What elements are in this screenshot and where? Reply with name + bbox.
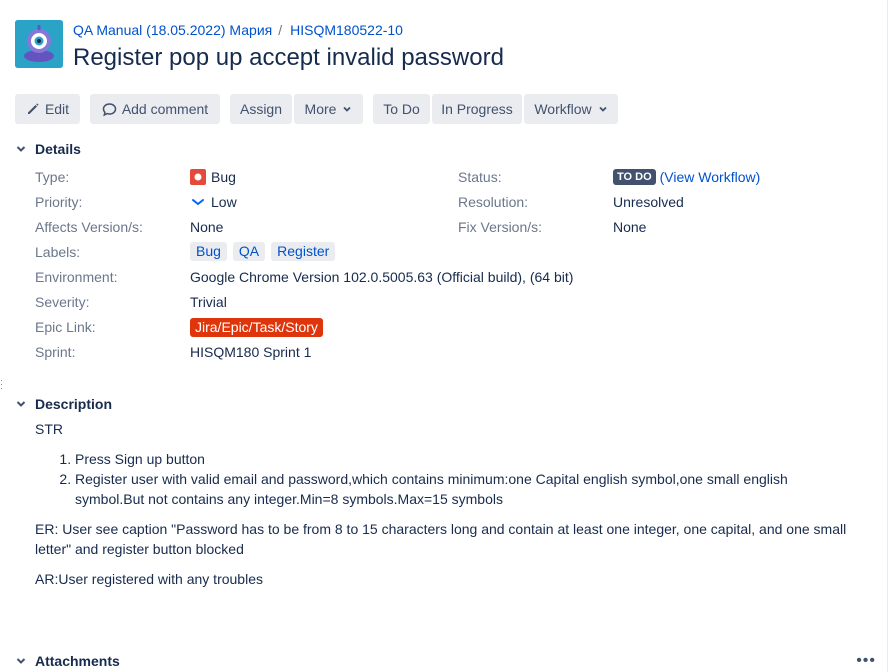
epic-link-label: Epic Link: xyxy=(35,319,96,335)
chevron-down-icon xyxy=(15,143,29,155)
details-section-toggle[interactable]: Details xyxy=(15,141,81,157)
assign-button[interactable]: Assign xyxy=(230,94,292,124)
type-value[interactable]: Bug xyxy=(190,169,236,185)
epic-lozenge[interactable]: Jira/Epic/Task/Story xyxy=(190,318,323,337)
resize-handle-icon[interactable]: · · · xyxy=(0,376,3,393)
bug-icon xyxy=(190,169,206,185)
status-value: TO DO (View Workflow) xyxy=(613,169,760,185)
epic-link-value: Jira/Epic/Task/Story xyxy=(190,318,323,337)
affects-version-label: Affects Version/s: xyxy=(35,219,143,235)
chevron-down-icon xyxy=(342,104,352,114)
project-avatar-icon xyxy=(15,20,63,68)
breadcrumb-issue-key-link[interactable]: HISQM180522-10 xyxy=(290,22,403,38)
edit-button[interactable]: Edit xyxy=(15,94,80,124)
description-body[interactable]: STR Press Sign up button Register user w… xyxy=(35,419,855,589)
status-lozenge: TO DO xyxy=(613,169,656,185)
in-progress-button[interactable]: In Progress xyxy=(432,94,522,124)
issue-summary[interactable]: Register pop up accept invalid password xyxy=(73,44,504,72)
project-avatar[interactable] xyxy=(15,20,63,68)
resolution-label: Resolution: xyxy=(458,194,529,210)
breadcrumb-separator: / xyxy=(278,22,283,38)
edit-button-label: Edit xyxy=(44,101,70,117)
sprint-value[interactable]: HISQM180 Sprint 1 xyxy=(190,344,311,360)
severity-value[interactable]: Trivial xyxy=(190,294,227,310)
more-button-label: More xyxy=(304,101,337,117)
description-steps-list: Press Sign up button Register user with … xyxy=(35,449,855,509)
list-item: Press Sign up button xyxy=(75,449,855,469)
priority-value-text: Low xyxy=(211,194,237,210)
add-comment-button-label: Add comment xyxy=(121,101,209,117)
breadcrumb-project-link[interactable]: QA Manual (18.05.2022) Мария xyxy=(73,22,272,38)
assign-button-label: Assign xyxy=(239,101,283,117)
description-section-toggle[interactable]: Description xyxy=(15,396,112,412)
pencil-icon xyxy=(26,102,40,116)
status-label: Status: xyxy=(458,169,502,185)
label-tag[interactable]: QA xyxy=(232,242,266,261)
add-comment-button[interactable]: Add comment xyxy=(90,94,220,124)
priority-label: Priority: xyxy=(35,194,83,210)
to-do-button-label: To Do xyxy=(383,101,420,117)
comment-icon xyxy=(102,102,117,117)
resolution-value: Unresolved xyxy=(613,194,684,210)
details-heading: Details xyxy=(35,141,81,157)
workflow-button[interactable]: Workflow xyxy=(524,94,618,124)
list-item: Register user with valid email and passw… xyxy=(75,469,855,509)
chevron-down-icon xyxy=(15,398,29,410)
type-label: Type: xyxy=(35,169,70,185)
description-actual-result: AR:User registered with any troubles xyxy=(35,571,263,587)
label-tag[interactable]: Register xyxy=(271,242,336,261)
fix-version-label: Fix Version/s: xyxy=(458,219,543,235)
sprint-label: Sprint: xyxy=(35,344,76,360)
breadcrumb: QA Manual (18.05.2022) Мария / HISQM180522… xyxy=(73,22,403,38)
severity-label: Severity: xyxy=(35,294,90,310)
more-button[interactable]: More xyxy=(294,94,363,124)
description-expected-result: ER: User see caption "Password has to be… xyxy=(35,521,847,557)
environment-label: Environment: xyxy=(35,269,118,285)
attachments-heading: Attachments xyxy=(35,653,120,669)
description-str: STR xyxy=(35,421,63,437)
description-heading: Description xyxy=(35,396,113,412)
type-value-text: Bug xyxy=(211,169,236,185)
priority-low-icon xyxy=(190,194,206,210)
workflow-button-label: Workflow xyxy=(534,101,592,117)
to-do-button[interactable]: To Do xyxy=(373,94,430,124)
more-options-icon[interactable]: ••• xyxy=(856,652,876,670)
fix-version-value[interactable]: None xyxy=(613,219,646,235)
environment-value[interactable]: Google Chrome Version 102.0.5005.63 (Off… xyxy=(190,269,573,285)
chevron-down-icon xyxy=(598,104,608,114)
view-workflow-link[interactable]: (View Workflow) xyxy=(660,169,761,185)
in-progress-button-label: In Progress xyxy=(441,101,513,117)
labels-label: Labels: xyxy=(35,244,81,260)
attachments-section-toggle[interactable]: Attachments xyxy=(15,653,120,669)
label-tag[interactable]: Bug xyxy=(190,242,227,261)
priority-value[interactable]: Low xyxy=(190,194,237,210)
affects-version-value[interactable]: None xyxy=(190,219,223,235)
chevron-down-icon xyxy=(15,655,29,667)
labels-value: Bug QA Register xyxy=(190,242,341,261)
